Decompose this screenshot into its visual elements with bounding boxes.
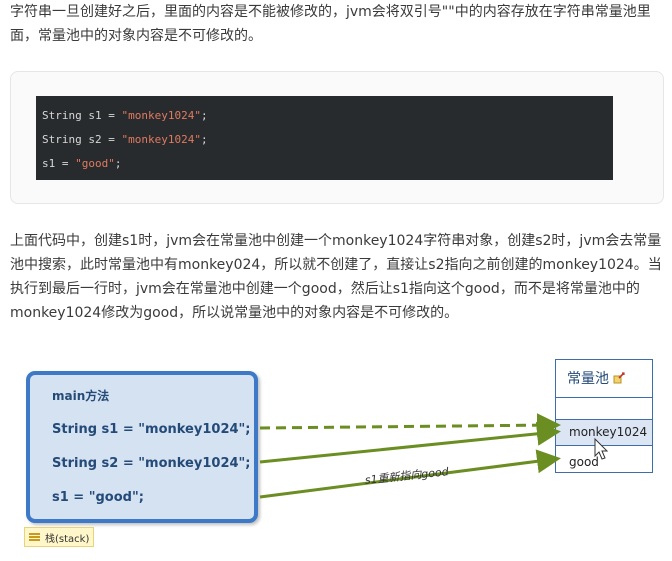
arrows-layer: [259, 413, 609, 499]
arrow-s1-original: [259, 413, 561, 438]
cursor-icon: [594, 437, 609, 460]
arrow-s2: [259, 421, 561, 464]
